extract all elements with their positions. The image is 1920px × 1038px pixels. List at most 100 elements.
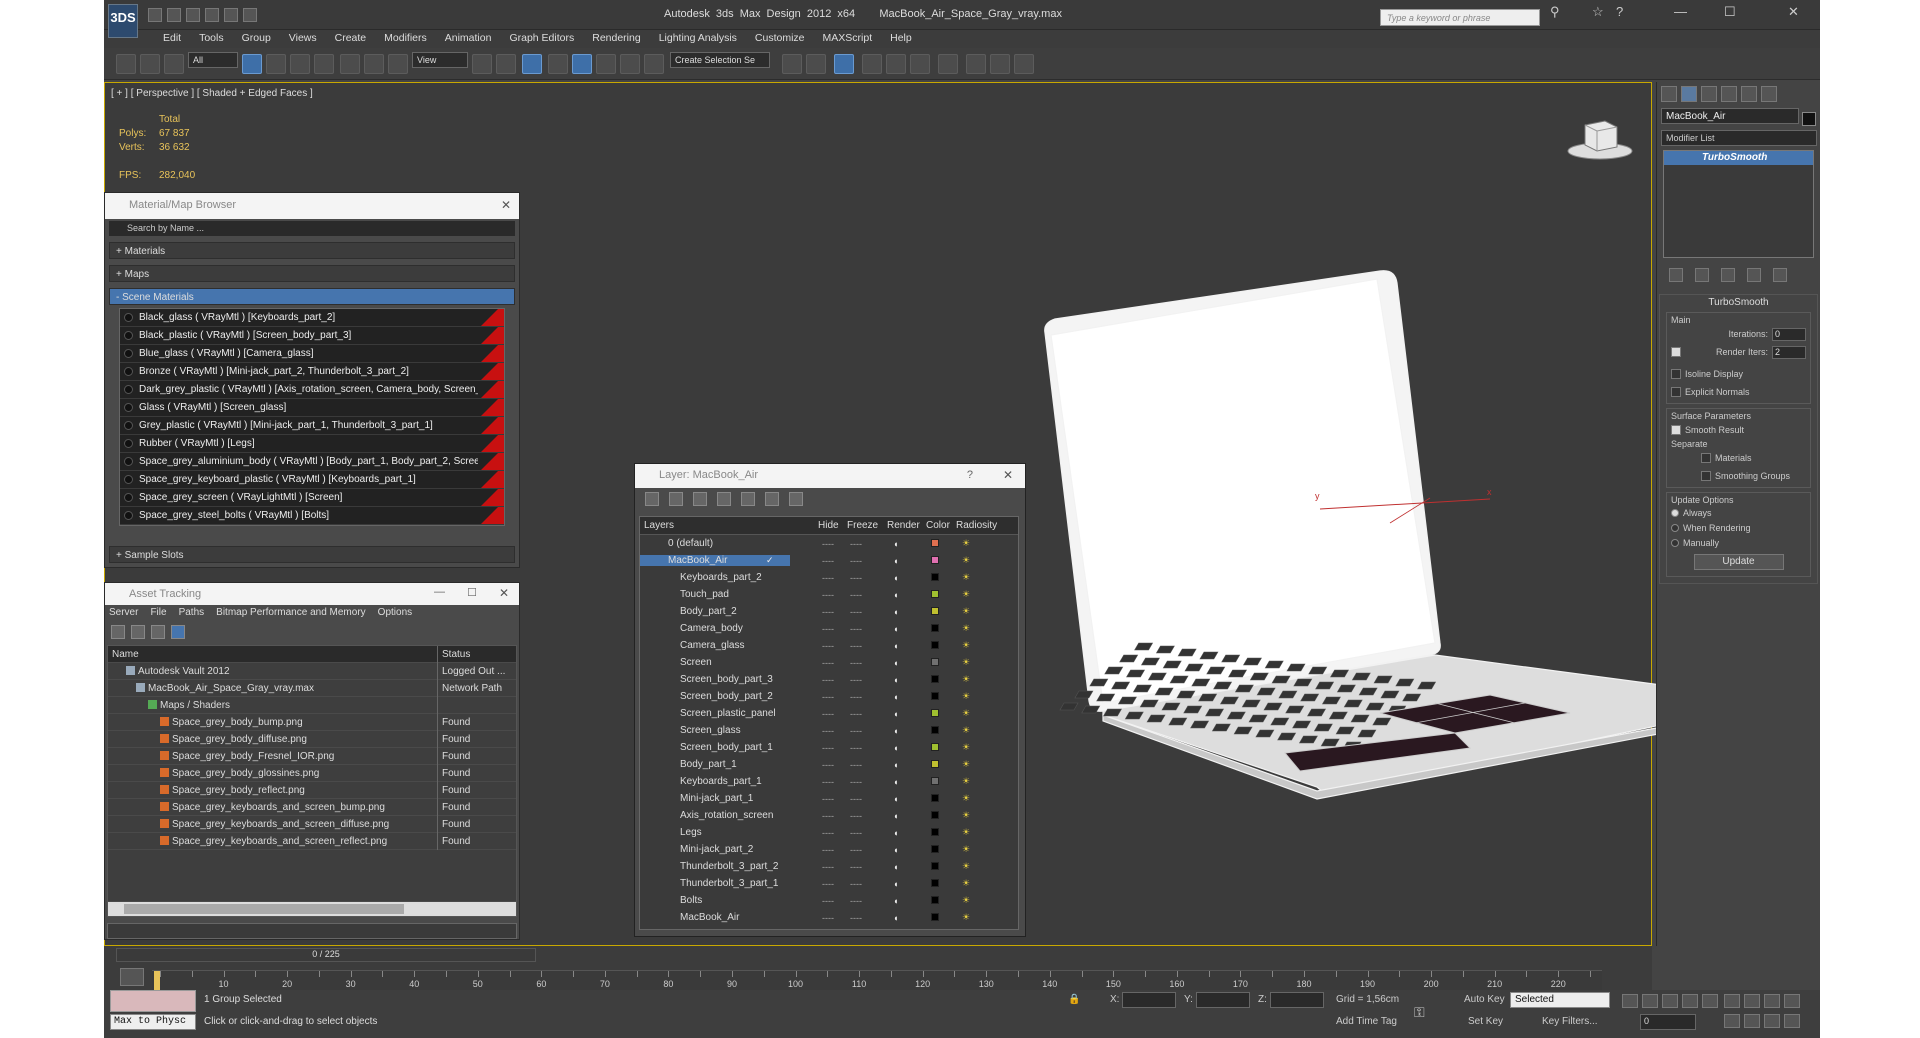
bind-spacewarp-icon[interactable] — [164, 54, 184, 74]
grid-view-icon[interactable] — [171, 625, 185, 639]
max-toggle-icon[interactable] — [1784, 1014, 1800, 1028]
named-selection-dropdown[interactable]: Create Selection Se — [670, 52, 770, 68]
render-teapot-icon[interactable]: ◖ — [893, 658, 898, 668]
material-item[interactable]: Blue_glass ( VRayMtl ) [Camera_glass] — [120, 345, 504, 363]
render-teapot-icon[interactable]: ◖ — [893, 641, 898, 651]
isoline-checkbox[interactable] — [1671, 369, 1681, 379]
layer-color-swatch[interactable] — [931, 862, 939, 870]
radiosity-icon[interactable]: ☀ — [962, 827, 970, 838]
layer-color-swatch[interactable] — [931, 624, 939, 632]
freeze-toggle[interactable]: ---- — [850, 709, 862, 719]
asset-menu-item[interactable]: File — [150, 607, 166, 621]
maxscript-listener-pink[interactable] — [110, 990, 196, 1012]
render-teapot-icon[interactable]: ◖ — [893, 573, 898, 583]
col-status-header[interactable]: Status — [438, 649, 470, 660]
set-key-button[interactable]: Set Key — [1468, 1016, 1503, 1027]
menu-item[interactable]: Create — [326, 30, 376, 48]
hide-toggle[interactable]: ---- — [822, 709, 834, 719]
object-name-field[interactable]: MacBook_Air — [1661, 108, 1799, 124]
material-editor-icon[interactable] — [938, 54, 958, 74]
maximize-icon[interactable]: ☐ — [1724, 4, 1736, 20]
col-name-header[interactable]: Name — [108, 645, 438, 663]
radiosity-icon[interactable]: ☀ — [962, 691, 970, 702]
material-item[interactable]: Space_grey_steel_bolts ( VRayMtl ) [Bolt… — [120, 507, 504, 525]
col-color[interactable]: Color — [926, 520, 950, 531]
new-icon[interactable] — [148, 8, 162, 22]
when-rendering-radio[interactable] — [1671, 523, 1679, 532]
utilities-tab-icon[interactable] — [1761, 86, 1777, 102]
select-objects-icon[interactable] — [717, 492, 731, 506]
layer-color-swatch[interactable] — [931, 556, 939, 564]
freeze-toggle[interactable]: ---- — [850, 539, 862, 549]
freeze-toggle[interactable]: ---- — [850, 845, 862, 855]
radiosity-icon[interactable]: ☀ — [962, 589, 970, 600]
schematic-icon[interactable] — [910, 54, 930, 74]
create-tab-icon[interactable] — [1661, 86, 1677, 102]
z-coord-field[interactable] — [1270, 992, 1324, 1008]
layer-color-swatch[interactable] — [931, 743, 939, 751]
maxscript-mini-listener[interactable]: Max to Physc — [110, 1014, 196, 1030]
layer-row[interactable]: MacBook_Air ---- ---- ◖ ☀ — [640, 909, 1018, 926]
render-teapot-icon[interactable]: ◖ — [893, 879, 898, 889]
manually-radio[interactable] — [1671, 538, 1679, 547]
layer-color-swatch[interactable] — [931, 913, 939, 921]
render-icon[interactable] — [1014, 54, 1034, 74]
layer-color-swatch[interactable] — [931, 590, 939, 598]
hide-toggle[interactable]: ---- — [822, 641, 834, 651]
table-row[interactable]: Space_grey_keyboards_and_screen_bump.png… — [108, 798, 516, 816]
freeze-toggle[interactable]: ---- — [850, 692, 862, 702]
make-unique-icon[interactable] — [1721, 268, 1735, 282]
table-row[interactable]: Space_grey_body_reflect.png Found — [108, 781, 516, 799]
layer-row[interactable]: Body_part_2 ---- ---- ◖ ☀ — [640, 603, 1018, 620]
render-teapot-icon[interactable]: ◖ — [893, 624, 898, 634]
key-mode-dropdown[interactable]: Selected — [1510, 992, 1610, 1008]
go-to-start-icon[interactable] — [1622, 994, 1638, 1008]
hierarchy-tab-icon[interactable] — [1701, 86, 1717, 102]
render-teapot-icon[interactable]: ◖ — [893, 743, 898, 753]
hide-toggle[interactable]: ---- — [822, 607, 834, 617]
mmb-section-sample-slots[interactable]: + Sample Slots — [109, 546, 515, 563]
render-teapot-icon[interactable]: ◖ — [893, 811, 898, 821]
select-by-name-icon[interactable] — [266, 54, 286, 74]
go-to-end-icon[interactable] — [1702, 994, 1718, 1008]
freeze-toggle[interactable]: ---- — [850, 913, 862, 923]
freeze-toggle[interactable]: ---- — [850, 590, 862, 600]
redo-icon[interactable] — [224, 8, 238, 22]
freeze-toggle[interactable]: ---- — [850, 828, 862, 838]
material-item[interactable]: Grey_plastic ( VRayMtl ) [Mini-jack_part… — [120, 417, 504, 435]
layer-help-icon[interactable]: ? — [967, 469, 973, 481]
col-freeze[interactable]: Freeze — [847, 520, 878, 531]
render-teapot-icon[interactable]: ◖ — [893, 777, 898, 787]
radiosity-icon[interactable]: ☀ — [962, 793, 970, 804]
freeze-toggle[interactable]: ---- — [850, 777, 862, 787]
current-layer-check-icon[interactable]: ✓ — [766, 555, 774, 566]
render-teapot-icon[interactable]: ◖ — [893, 692, 898, 702]
radiosity-icon[interactable]: ☀ — [962, 640, 970, 651]
radiosity-icon[interactable]: ☀ — [962, 742, 970, 753]
layer-row[interactable]: Camera_body ---- ---- ◖ ☀ — [640, 620, 1018, 637]
layer-color-swatch[interactable] — [931, 709, 939, 717]
rollout-title[interactable]: TurboSmooth — [1666, 297, 1811, 308]
menu-item[interactable]: Group — [233, 30, 280, 48]
layer-row[interactable]: Screen ---- ---- ◖ ☀ — [640, 654, 1018, 671]
align-icon[interactable] — [806, 54, 826, 74]
asset-menu-item[interactable]: Paths — [179, 607, 205, 621]
layer-color-swatch[interactable] — [931, 658, 939, 666]
table-icon[interactable] — [151, 625, 165, 639]
delete-layer-icon[interactable] — [669, 492, 683, 506]
hide-toggle[interactable]: ---- — [822, 743, 834, 753]
table-row[interactable]: Maps / Shaders — [108, 696, 516, 714]
freeze-toggle[interactable]: ---- — [850, 896, 862, 906]
asset-minimize-icon[interactable]: — — [434, 586, 445, 598]
smooth-result-checkbox[interactable] — [1671, 425, 1681, 435]
menu-item[interactable]: Tools — [190, 30, 233, 48]
binoculars-icon[interactable]: ⚲ — [1550, 4, 1560, 20]
render-iters-spinner[interactable]: 2 — [1772, 345, 1806, 359]
radiosity-icon[interactable]: ☀ — [962, 657, 970, 668]
freeze-toggle[interactable]: ---- — [850, 573, 862, 583]
asset-horizontal-scrollbar[interactable] — [108, 902, 516, 916]
render-teapot-icon[interactable]: ◖ — [893, 828, 898, 838]
freeze-toggle[interactable]: ---- — [850, 607, 862, 617]
render-teapot-icon[interactable]: ◖ — [893, 760, 898, 770]
freeze-toggle[interactable]: ---- — [850, 760, 862, 770]
